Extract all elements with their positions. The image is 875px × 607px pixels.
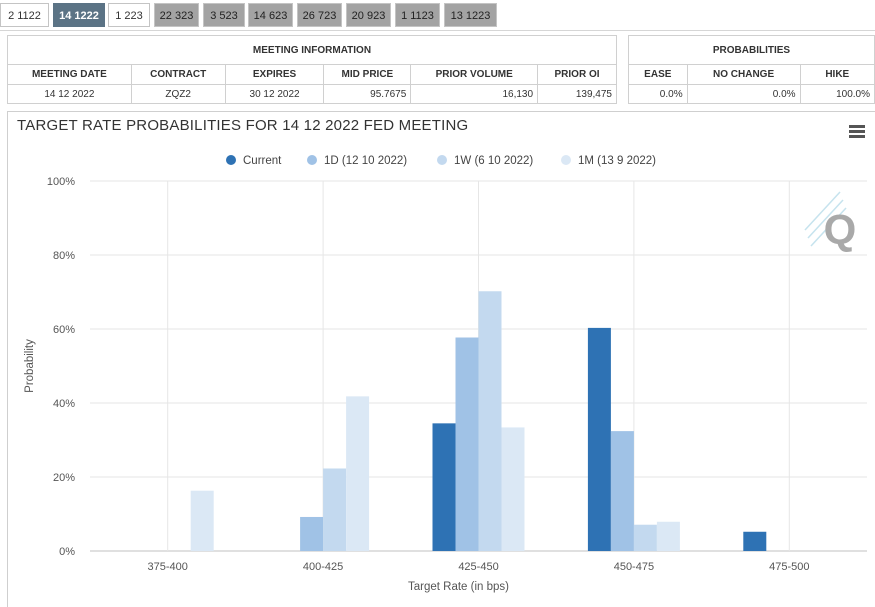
tab-1-1123[interactable]: 1 1123: [395, 3, 440, 27]
hike-header: HIKE: [799, 64, 875, 85]
meeting-date-header: MEETING DATE: [7, 64, 132, 85]
meeting-date-tabs: 2 1122 14 1222 1 223 22 323 3 523 14 623 26 72…: [0, 0, 875, 31]
tab-26-723[interactable]: 26 723: [297, 3, 342, 27]
chart-title: TARGET RATE PROBABILITIES FOR 14 12 2022…: [17, 117, 469, 134]
legend-swatch: [307, 155, 317, 165]
chart-panel: [7, 111, 875, 607]
legend-swatch: [561, 155, 571, 165]
expires-value: 30 12 2022: [224, 84, 325, 104]
ease-header: EASE: [628, 64, 688, 85]
legend-label: 1W (6 10 2022): [454, 155, 534, 167]
legend-item-1w[interactable]: 1W (6 10 2022): [437, 155, 533, 167]
probabilities-title: PROBABILITIES: [628, 35, 875, 65]
tab-3-523[interactable]: 3 523: [203, 3, 245, 27]
no-change-value: 0.0%: [686, 84, 801, 104]
contract-value: ZQZ2: [130, 84, 226, 104]
legend-item-current[interactable]: Current: [226, 155, 281, 167]
prior-oi-header: PRIOR OI: [537, 64, 617, 85]
meeting-date-value: 14 12 2022: [7, 84, 132, 104]
prior-oi-value: 139,475: [537, 84, 617, 104]
tab-14-623[interactable]: 14 623: [248, 3, 293, 27]
ease-value: 0.0%: [628, 84, 688, 104]
legend-swatch: [437, 155, 447, 165]
legend-label: Current: [243, 155, 282, 167]
legend-item-1m[interactable]: 1M (13 9 2022): [561, 155, 656, 167]
meeting-information-table: MEETING INFORMATION MEETING DATE CONTRAC…: [7, 35, 617, 104]
mid-price-header: MID PRICE: [323, 64, 412, 85]
hike-value: 100.0%: [799, 84, 875, 104]
tab-22-323[interactable]: 22 323: [154, 3, 199, 27]
mid-price-value: 95.7675: [323, 84, 412, 104]
no-change-header: NO CHANGE: [686, 64, 801, 85]
probabilities-table: PROBABILITIES EASE NO CHANGE HIKE 0.0% 0…: [628, 35, 875, 104]
tab-2-1122[interactable]: 2 1122: [0, 3, 49, 27]
legend-label: 1D (12 10 2022): [324, 155, 408, 167]
tab-1-223[interactable]: 1 223: [108, 3, 150, 27]
tab-13-1223[interactable]: 13 1223: [444, 3, 497, 27]
contract-header: CONTRACT: [130, 64, 226, 85]
tab-20-923[interactable]: 20 923: [346, 3, 391, 27]
legend-item-1d[interactable]: 1D (12 10 2022): [307, 155, 407, 167]
prior-volume-header: PRIOR VOLUME: [410, 64, 539, 85]
hamburger-menu-icon[interactable]: [849, 125, 865, 139]
legend-label: 1M (13 9 2022): [578, 155, 656, 167]
legend-swatch: [226, 155, 236, 165]
expires-header: EXPIRES: [224, 64, 325, 85]
prior-volume-value: 16,130: [410, 84, 539, 104]
meeting-information-title: MEETING INFORMATION: [7, 35, 617, 65]
tab-14-1222[interactable]: 14 1222: [53, 3, 105, 27]
